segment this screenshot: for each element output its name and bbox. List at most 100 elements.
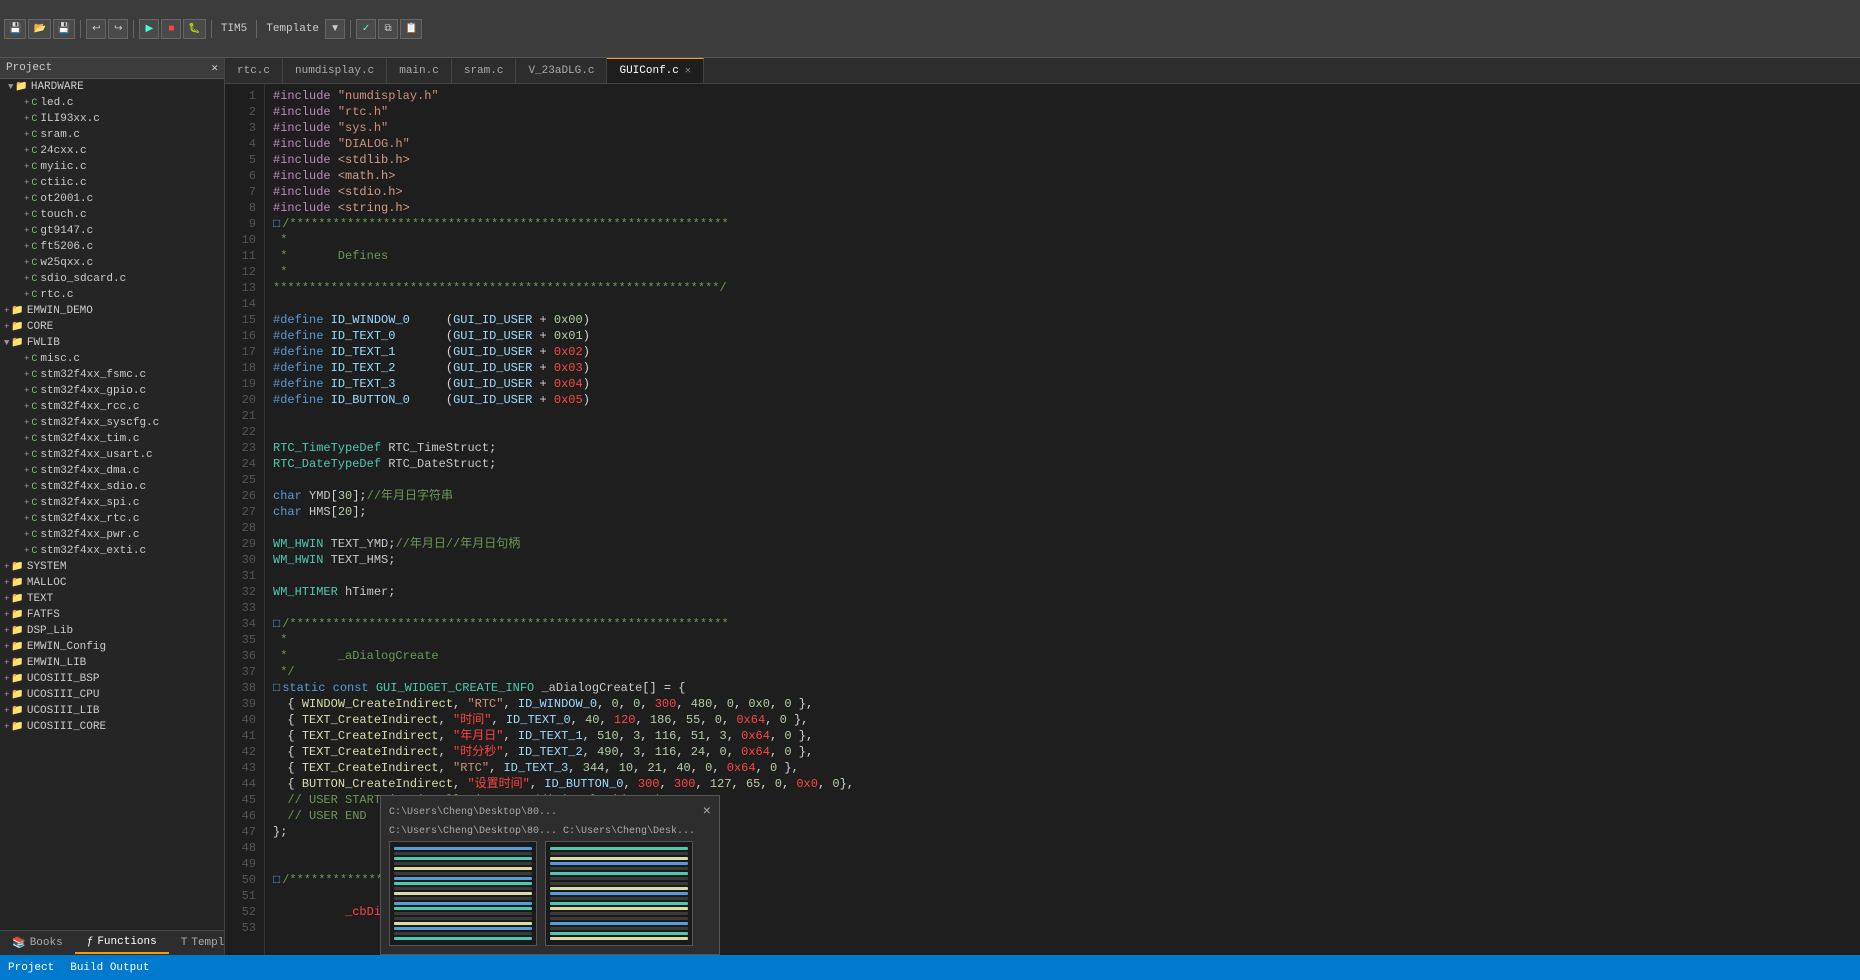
tree-item-tim[interactable]: +Cstm32f4xx_tim.c bbox=[0, 431, 224, 447]
tree-item-ucosiii-core[interactable]: +📁UCOSIII_CORE bbox=[0, 719, 224, 735]
tree-item-myiic[interactable]: +Cmyiic.c bbox=[0, 159, 224, 175]
label-gt9147: gt9147.c bbox=[40, 225, 93, 237]
toolbar-btn-1[interactable]: 💾 bbox=[4, 19, 26, 39]
tree-item-led[interactable]: +Cled.c bbox=[0, 95, 224, 111]
label-sram: sram.c bbox=[40, 129, 80, 141]
tab-templates-label: Templates bbox=[191, 937, 225, 949]
undo-button[interactable]: ↩ bbox=[86, 19, 106, 39]
tree-item-emwin-lib[interactable]: +📁EMWIN_LIB bbox=[0, 655, 224, 671]
taskbar-close-btn[interactable]: × bbox=[703, 804, 711, 820]
tree-item-ctiic[interactable]: +Cctiic.c bbox=[0, 175, 224, 191]
tree-item-ucosiii-bsp[interactable]: +📁UCOSIII_BSP bbox=[0, 671, 224, 687]
line-38: □static const GUI_WIDGET_CREATE_INFO _aD… bbox=[273, 680, 1852, 696]
build-button[interactable]: ▶ bbox=[139, 19, 159, 39]
tab-books[interactable]: 📚 Books bbox=[0, 932, 75, 954]
preview-line bbox=[394, 887, 532, 890]
tree-item-ili93[interactable]: +CILI93xx.c bbox=[0, 111, 224, 127]
tree-item-fsmc[interactable]: +Cstm32f4xx_fsmc.c bbox=[0, 367, 224, 383]
tree-item-fatfs[interactable]: +📁FATFS bbox=[0, 607, 224, 623]
tree-item-misc[interactable]: +Cmisc.c bbox=[0, 351, 224, 367]
preview-line bbox=[394, 867, 532, 870]
line-numbers: 12345 678910 1112131415 1617181920 21222… bbox=[225, 84, 265, 955]
preview-line bbox=[550, 927, 688, 930]
tree-item-ucosiii-lib[interactable]: +📁UCOSIII_LIB bbox=[0, 703, 224, 719]
toolbar-btn-3[interactable]: 💾 bbox=[53, 19, 75, 39]
template-icon: T bbox=[181, 937, 188, 949]
tree-item-ot2001[interactable]: +Cot2001.c bbox=[0, 191, 224, 207]
tree-item-rtc2[interactable]: +Cstm32f4xx_rtc.c bbox=[0, 511, 224, 527]
tree-item-emwin-demo[interactable]: +📁EMWIN_DEMO bbox=[0, 303, 224, 319]
tree-item-touch[interactable]: +Ctouch.c bbox=[0, 207, 224, 223]
folder-icon-ucos-lib: 📁 bbox=[11, 705, 23, 717]
preview-line bbox=[550, 937, 688, 940]
tree-item-gt9147[interactable]: +Cgt9147.c bbox=[0, 223, 224, 239]
panel-title: Project bbox=[6, 62, 52, 74]
file-icon-dma: C bbox=[31, 466, 37, 477]
taskbar-preview-2[interactable] bbox=[545, 841, 693, 946]
tree-item-pwr[interactable]: +Cstm32f4xx_pwr.c bbox=[0, 527, 224, 543]
tab-guiconf[interactable]: GUIConf.c ✕ bbox=[607, 58, 703, 83]
tree-item-w25qxx[interactable]: +Cw25qxx.c bbox=[0, 255, 224, 271]
check-btn[interactable]: ✓ bbox=[356, 19, 376, 39]
debug-button[interactable]: 🐛 bbox=[183, 19, 205, 39]
file-icon-rcc: C bbox=[31, 402, 37, 413]
line-15: #define ID_WINDOW_0 (GUI_ID_USER + 0x00) bbox=[273, 312, 1852, 328]
template-dropdown[interactable]: ▼ bbox=[325, 19, 345, 39]
tree-item-dma[interactable]: +Cstm32f4xx_dma.c bbox=[0, 463, 224, 479]
line-43: { TEXT_CreateIndirect, "RTC", ID_TEXT_3,… bbox=[273, 760, 1852, 776]
tree-item-rtc[interactable]: +Crtc.c bbox=[0, 287, 224, 303]
tree-item-ucosiii-cpu[interactable]: +📁UCOSIII_CPU bbox=[0, 687, 224, 703]
line-40: { TEXT_CreateIndirect, "时间", ID_TEXT_0, … bbox=[273, 712, 1852, 728]
file-icon-usart: C bbox=[31, 450, 37, 461]
tree-item-core[interactable]: +📁CORE bbox=[0, 319, 224, 335]
tree-item-system[interactable]: +📁SYSTEM bbox=[0, 559, 224, 575]
line-12: * bbox=[273, 264, 1852, 280]
book-icon: 📚 bbox=[12, 936, 26, 950]
preview-code-2 bbox=[546, 842, 692, 945]
tab-functions[interactable]: ƒ Functions bbox=[75, 932, 169, 954]
tree-item-text[interactable]: +📁TEXT bbox=[0, 591, 224, 607]
stop-button[interactable]: ■ bbox=[161, 19, 181, 39]
line-13: ****************************************… bbox=[273, 280, 1852, 296]
folder-icon-dsp: 📁 bbox=[11, 625, 23, 637]
expand-hardware[interactable]: ▼ bbox=[8, 82, 13, 92]
tree-item-gpio[interactable]: +Cstm32f4xx_gpio.c bbox=[0, 383, 224, 399]
tab-main-label: main.c bbox=[399, 65, 439, 77]
line-31 bbox=[273, 568, 1852, 584]
tree-item-24cxx[interactable]: +C24cxx.c bbox=[0, 143, 224, 159]
tree-container[interactable]: ▼ 📁 HARDWARE +Cled.c +CILI93xx.c +Csram.… bbox=[0, 79, 224, 930]
tree-item-fwlib[interactable]: ▼📁FWLIB bbox=[0, 335, 224, 351]
file-icon-exti: C bbox=[31, 546, 37, 557]
tree-item-sram[interactable]: +Csram.c bbox=[0, 127, 224, 143]
redo-button[interactable]: ↪ bbox=[108, 19, 128, 39]
tab-close-icon[interactable]: ✕ bbox=[685, 65, 691, 77]
tree-item-usart[interactable]: +Cstm32f4xx_usart.c bbox=[0, 447, 224, 463]
tab-v23adlg[interactable]: V_23aDLG.c bbox=[516, 58, 607, 83]
close-icon[interactable]: ✕ bbox=[211, 61, 218, 75]
tab-numdisplay[interactable]: numdisplay.c bbox=[283, 58, 387, 83]
tree-item-spi[interactable]: +Cstm32f4xx_spi.c bbox=[0, 495, 224, 511]
tree-item-sdio[interactable]: +Csdio_sdcard.c bbox=[0, 271, 224, 287]
tab-sram[interactable]: sram.c bbox=[452, 58, 517, 83]
tree-item-emwin-config[interactable]: +📁EMWIN_Config bbox=[0, 639, 224, 655]
folder-icon-hardware: 📁 bbox=[15, 81, 27, 93]
tree-item-rcc[interactable]: +Cstm32f4xx_rcc.c bbox=[0, 399, 224, 415]
tab-main[interactable]: main.c bbox=[387, 58, 452, 83]
tab-rtc[interactable]: rtc.c bbox=[225, 58, 283, 83]
tree-item-ft5206[interactable]: +Cft5206.c bbox=[0, 239, 224, 255]
tree-item-sdio2[interactable]: +Cstm32f4xx_sdio.c bbox=[0, 479, 224, 495]
tree-item-hardware[interactable]: ▼ 📁 HARDWARE bbox=[0, 79, 224, 95]
line-9: □/**************************************… bbox=[273, 216, 1852, 232]
tab-templates[interactable]: T Templates bbox=[169, 933, 225, 953]
toolbar-btn-2[interactable]: 📂 bbox=[28, 19, 50, 39]
paste-btn[interactable]: 📋 bbox=[400, 19, 422, 39]
taskbar-preview-1[interactable] bbox=[389, 841, 537, 946]
preview-line bbox=[550, 862, 688, 865]
tree-item-dsp[interactable]: +📁DSP_Lib bbox=[0, 623, 224, 639]
tree-item-malloc[interactable]: +📁MALLOC bbox=[0, 575, 224, 591]
file-icon-ctiic: C bbox=[31, 178, 37, 189]
label-fwlib: FWLIB bbox=[27, 337, 60, 349]
copy-btn[interactable]: ⧉ bbox=[378, 19, 398, 39]
tree-item-exti[interactable]: +Cstm32f4xx_exti.c bbox=[0, 543, 224, 559]
tree-item-syscfg[interactable]: +Cstm32f4xx_syscfg.c bbox=[0, 415, 224, 431]
